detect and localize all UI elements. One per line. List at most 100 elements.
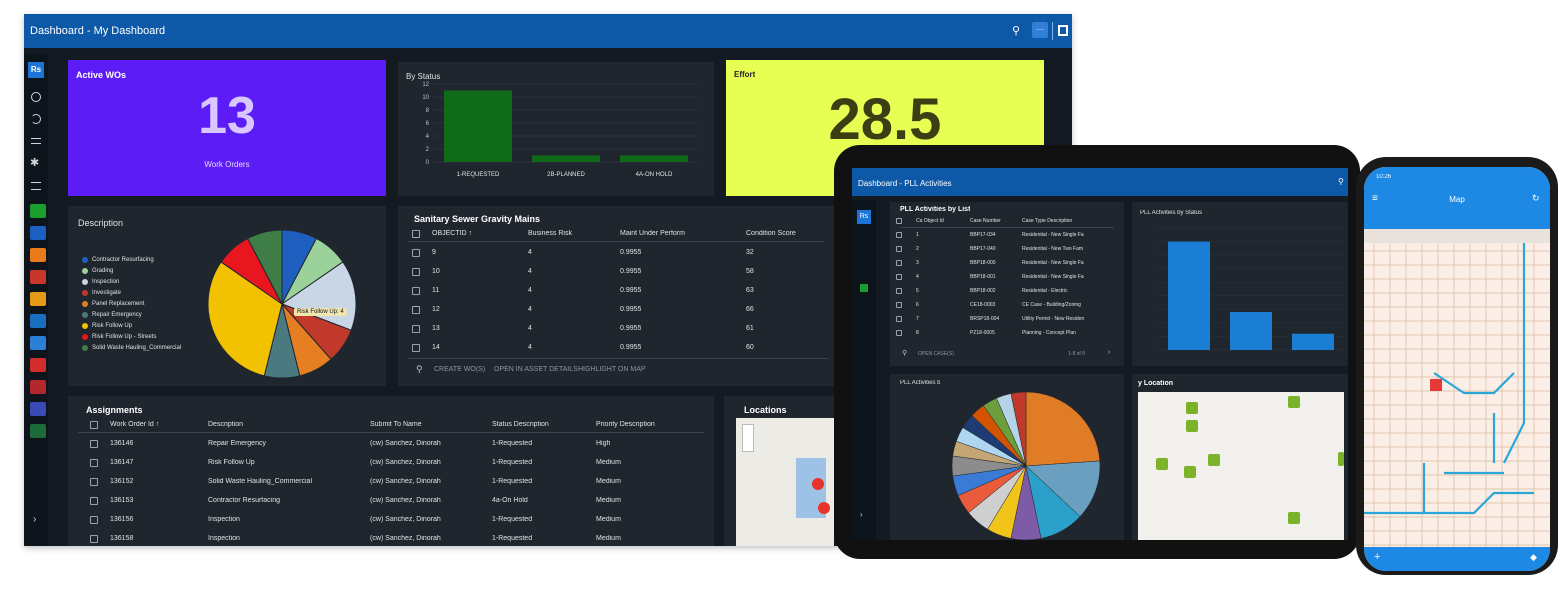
zoom-control[interactable] (742, 424, 754, 452)
app-icon-green[interactable] (860, 284, 868, 292)
map-marker[interactable] (1288, 396, 1300, 408)
pll-pie-slice[interactable] (1025, 391, 1101, 467)
layers-icon[interactable]: ◆ (1530, 552, 1537, 563)
pll-status-bar[interactable] (1230, 312, 1272, 350)
app-icon-darkgreen[interactable] (30, 424, 46, 438)
row-checkbox[interactable] (412, 268, 420, 276)
row-checkbox[interactable] (896, 274, 902, 280)
legend-item: Repair Emergency (82, 309, 212, 320)
row-checkbox[interactable] (90, 459, 98, 467)
row-checkbox[interactable] (896, 302, 902, 308)
row-checkbox[interactable] (412, 249, 420, 257)
select-all-checkbox[interactable] (90, 421, 98, 429)
pll-status-bar[interactable] (1292, 333, 1334, 350)
map-marker[interactable] (1338, 452, 1344, 466)
locations-map[interactable] (736, 418, 834, 546)
open-cases-button[interactable]: OPEN CASE(S) (918, 351, 954, 357)
column-header: Ca Object Id (916, 218, 944, 224)
app-icon-blue-2[interactable] (30, 314, 46, 328)
header-divider (408, 241, 824, 242)
app-icon-amber[interactable] (30, 292, 46, 306)
table-cell: Medium (596, 535, 621, 542)
map-marker[interactable] (818, 502, 830, 514)
table-cell: BBP18-002 (970, 288, 996, 294)
list-icon[interactable] (31, 138, 41, 144)
app-icon-indigo[interactable] (30, 402, 46, 416)
sewer-card: Sanitary Sewer Gravity Mains OBJECTID ↑ B… (398, 206, 834, 386)
dashboard-icon[interactable] (31, 92, 41, 102)
select-all-checkbox[interactable] (896, 218, 902, 224)
row-checkbox[interactable] (412, 325, 420, 333)
row-checkbox[interactable] (896, 246, 902, 252)
map-marker[interactable] (1184, 466, 1196, 478)
map-marker[interactable] (1156, 458, 1168, 470)
pipe-line[interactable] (1422, 463, 1534, 515)
app-icon-red-3[interactable] (30, 380, 46, 394)
search-icon[interactable]: ⚲ (1012, 24, 1020, 37)
pll-status-bar[interactable] (1168, 241, 1210, 350)
pll-location-map[interactable] (1138, 392, 1344, 540)
search-icon[interactable]: ⚲ (1338, 177, 1344, 186)
status-bar[interactable] (532, 155, 600, 163)
legend-label: Risk Follow Up (92, 322, 133, 329)
create-wo-button[interactable]: CREATE WO(S) (434, 366, 485, 373)
row-checkbox[interactable] (90, 440, 98, 448)
column-header: Submit To Name (370, 421, 422, 428)
refresh-icon[interactable]: ↻ (1532, 193, 1540, 204)
table-cell: Medium (596, 497, 621, 504)
gear-icon[interactable]: ✱ (30, 156, 39, 169)
map-marker[interactable] (1288, 512, 1300, 524)
column-header: Maint Under Perform (620, 230, 685, 237)
row-checkbox[interactable] (90, 535, 98, 543)
app-icon-blue-3[interactable] (30, 336, 46, 350)
app-icon-red[interactable] (30, 270, 46, 284)
row-checkbox[interactable] (412, 306, 420, 314)
search-icon[interactable]: ⚲ (416, 364, 423, 375)
app-badge[interactable]: Rs (857, 210, 871, 224)
more-icon[interactable]: ··· (1032, 22, 1048, 38)
map-marker[interactable] (1186, 402, 1198, 414)
row-checkbox[interactable] (896, 260, 902, 266)
status-bar[interactable] (620, 155, 688, 163)
map-marker[interactable] (1186, 420, 1198, 432)
table-cell: Residential - New Two Fam (1022, 246, 1084, 252)
app-icon-blue[interactable] (30, 226, 46, 240)
search-icon[interactable]: ⚲ (902, 349, 907, 357)
row-checkbox[interactable] (412, 344, 420, 352)
row-checkbox[interactable] (90, 497, 98, 505)
sidebar-expand-icon[interactable]: › (33, 514, 36, 525)
row-checkbox[interactable] (896, 232, 902, 238)
row-checkbox[interactable] (412, 287, 420, 295)
highlight-on-map-button[interactable]: HIGHLIGHT ON MAP (578, 366, 646, 373)
legend-swatch (82, 300, 88, 307)
row-checkbox[interactable] (90, 516, 98, 524)
app-icon-red-2[interactable] (30, 358, 46, 372)
map-marker[interactable] (1208, 454, 1220, 466)
row-checkbox[interactable] (90, 478, 98, 486)
phone-map[interactable] (1364, 243, 1550, 547)
select-all-checkbox[interactable] (412, 230, 420, 238)
app-icon-green[interactable] (30, 204, 46, 218)
open-asset-details-button[interactable]: OPEN IN ASSET DETAILS (494, 366, 578, 373)
row-checkbox[interactable] (896, 330, 902, 336)
selected-asset-marker[interactable] (1430, 379, 1442, 391)
app-badge[interactable]: Rs (28, 62, 44, 78)
next-page-icon[interactable]: › (1108, 349, 1110, 356)
history-icon[interactable] (31, 114, 41, 124)
status-bar[interactable] (444, 90, 512, 163)
map-marker[interactable] (812, 478, 824, 490)
app-icon-orange[interactable] (30, 248, 46, 262)
pipe-line[interactable] (1503, 243, 1526, 464)
row-checkbox[interactable] (896, 288, 902, 294)
legend-label: Panel Replacement (92, 300, 145, 307)
table-cell: Residential - New Single Fa (1022, 232, 1084, 238)
sidebar-expand-icon[interactable]: › (860, 510, 863, 519)
bookmark-icon[interactable] (1058, 25, 1068, 36)
menu-icon[interactable] (31, 182, 41, 190)
add-icon[interactable]: + (1374, 551, 1380, 563)
row-checkbox[interactable] (896, 316, 902, 322)
column-header: Business Risk (528, 230, 572, 237)
table-cell: 14 (432, 344, 440, 351)
y-tick-label: 10 (422, 95, 429, 101)
y-tick-label: 8 (426, 108, 430, 114)
